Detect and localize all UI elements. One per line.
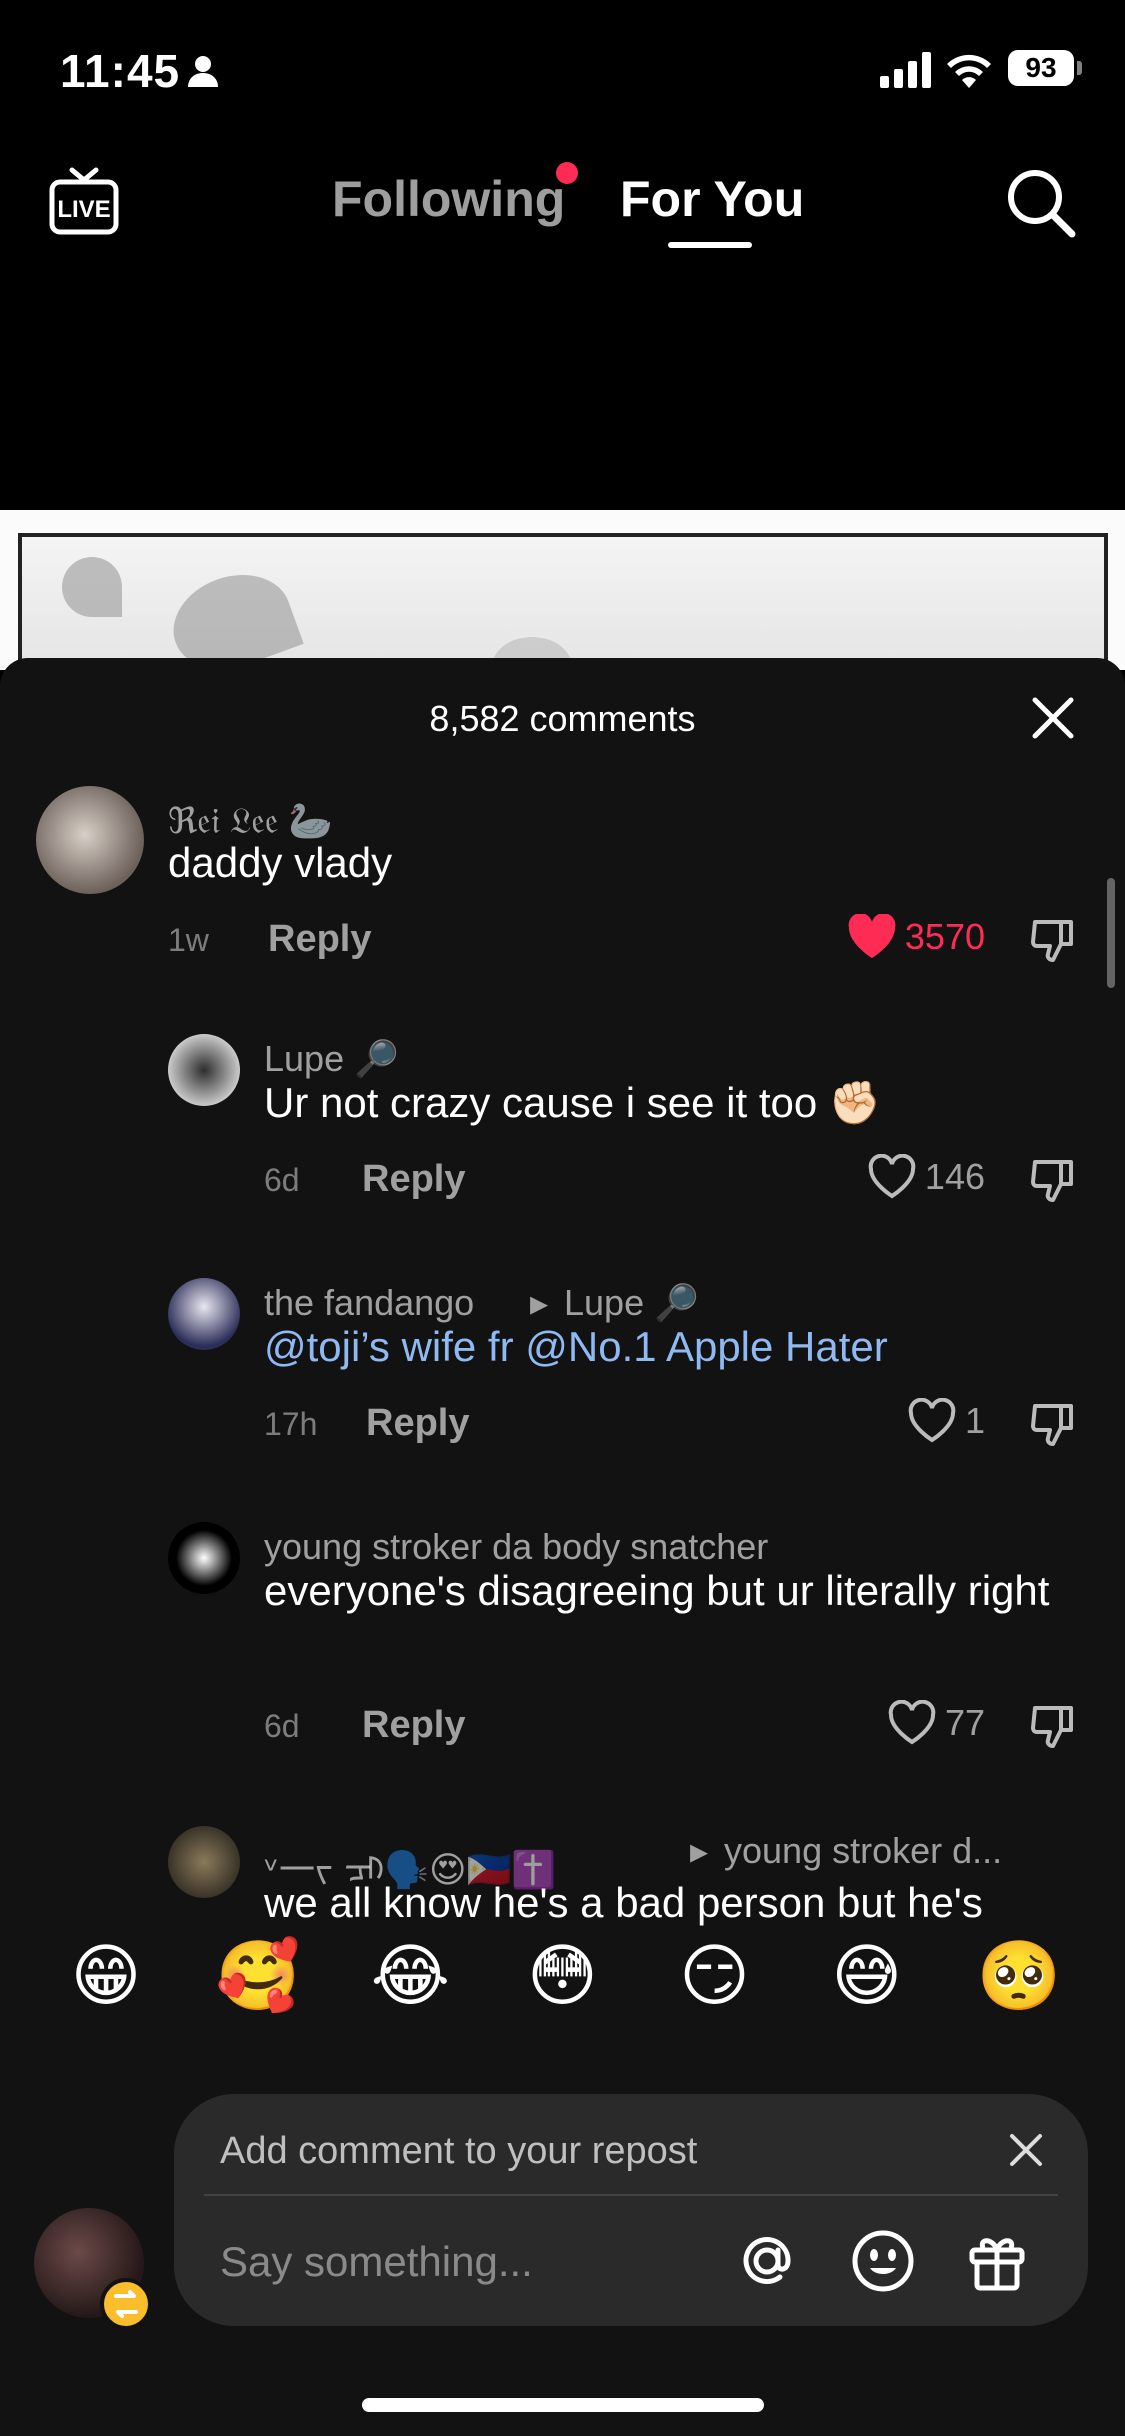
like-button[interactable]: 1 [907,1398,985,1444]
person-icon [188,56,218,87]
avatar[interactable] [168,1278,240,1350]
dislike-icon[interactable] [1029,1702,1077,1750]
live-icon[interactable]: LIVE [46,162,122,238]
reply-button[interactable]: Reply [362,1158,465,1201]
comments-sheet: 8,582 comments ℜ𝔢𝔦 𝔏𝔢𝔢 🦢 daddy vlady 1w … [0,658,1125,2436]
status-time: 11:45 [60,45,181,97]
reply-arrow-icon: ▸ [690,1830,709,1871]
avatar[interactable] [36,786,144,894]
mention-icon[interactable] [734,2228,800,2294]
comment-item: ᵛ一ᡕ ᠴᡕ🗣️😍🇵🇭✝️ ▸ young stroker d... we al… [0,1826,1125,1931]
dislike-icon[interactable] [1029,1400,1077,1448]
emoji-flushed[interactable]: 😳 [512,1937,612,2016]
emoji-quick-bar: 😁 🥰 😂 😳 😏 😅 🥺 [0,1926,1125,2026]
reply-button[interactable]: Reply [268,918,371,961]
comment-text-mentions[interactable]: @toji’s wife fr @No.1 Apple Hater [264,1318,888,1376]
emoji-sweat-smile[interactable]: 😅 [817,1937,917,2016]
comment-item: young stroker da body snatcher everyone'… [0,1522,1125,1782]
like-button[interactable]: 3570 [847,914,985,960]
reply-button[interactable]: Reply [362,1704,465,1747]
emoji-icon[interactable] [850,2228,916,2294]
notification-dot [556,162,578,184]
emoji-smiling-hearts[interactable]: 🥰 [208,1936,308,2016]
composer-divider [204,2194,1058,2196]
reply-button[interactable]: Reply [366,1402,469,1445]
comment-text: we all know he's a bad person but he's [264,1879,983,1926]
top-navigation: LIVE Following For You [0,150,1125,260]
like-count: 3570 [904,916,985,957]
like-count: 146 [924,1156,985,1197]
comment-composer: Add comment to your repost [174,2094,1088,2326]
comment-item: Lupe 🔎 Ur not crazy cause i see it too ✊… [0,1034,1125,1234]
like-count: 77 [944,1702,985,1743]
comments-list[interactable]: ℜ𝔢𝔦 𝔏𝔢𝔢 🦢 daddy vlady 1w Reply 3570 Lupe… [0,786,1125,1931]
heart-outline-icon [868,1154,916,1199]
wifi-icon [947,54,991,88]
status-bar: 11:45 93 [0,0,1125,130]
comment-item: ℜ𝔢𝔦 𝔏𝔢𝔢 🦢 daddy vlady 1w Reply 3570 [0,786,1125,986]
emoji-smirk[interactable]: 😏 [665,1937,765,2016]
comment-text: daddy vlady [168,839,393,886]
like-count: 1 [964,1400,985,1441]
reply-to-username[interactable]: young stroker d... [724,1830,1002,1872]
heart-outline-icon [908,1398,956,1443]
heart-filled-icon [848,914,896,958]
comment-time: 1w [168,922,209,958]
comment-time: 17h [264,1406,318,1442]
avatar[interactable] [168,1522,240,1594]
gift-icon[interactable] [964,2228,1030,2294]
live-label: LIVE [57,196,110,223]
emoji-pleading[interactable]: 🥺 [969,1936,1069,2016]
tab-following[interactable]: Following [332,170,565,228]
comment-text: everyone's disagreeing but ur literally … [264,1567,1050,1614]
close-icon[interactable] [1008,2132,1044,2168]
comments-count-title: 8,582 comments [429,698,696,739]
tab-selected-underline [668,242,752,248]
repost-comment-label: Add comment to your repost [220,2130,698,2172]
close-icon[interactable] [1031,696,1075,740]
repost-badge-icon [100,2278,152,2330]
like-button[interactable]: 146 [867,1154,985,1200]
cellular-signal-icon [880,52,931,88]
comment-time: 6d [264,1162,300,1198]
comment-item: the fandango ▸ Lupe 🔎 @toji’s wife fr @N… [0,1278,1125,1478]
emoji-tears-of-joy[interactable]: 😂 [360,1937,460,2016]
avatar[interactable] [168,1826,240,1898]
dislike-icon[interactable] [1029,916,1077,964]
comment-input[interactable] [220,2232,720,2292]
search-icon[interactable] [1002,164,1078,240]
battery-indicator: 93 [1008,50,1074,86]
like-button[interactable]: 77 [887,1700,985,1746]
video-preview[interactable] [18,533,1108,673]
battery-tip [1077,61,1082,75]
dislike-icon[interactable] [1029,1156,1077,1204]
comment-time: 6d [264,1708,300,1744]
heart-outline-icon [888,1700,936,1745]
emoji-grin[interactable]: 😁 [56,1937,156,2016]
tab-for-you[interactable]: For You [620,170,804,228]
avatar[interactable] [168,1034,240,1106]
comment-text: Ur not crazy cause i see it too ✊🏻 [264,1079,882,1126]
home-indicator [362,2398,764,2412]
